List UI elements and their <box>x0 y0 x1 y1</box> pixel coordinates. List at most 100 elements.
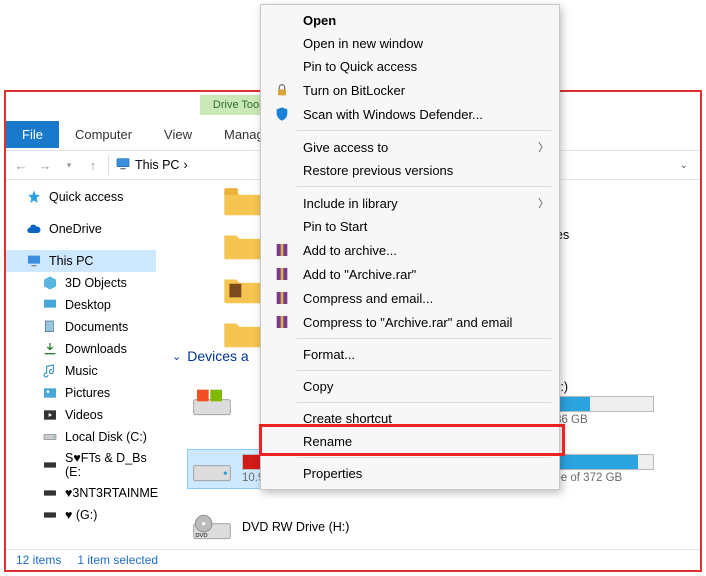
menu-pin-quick-access[interactable]: Pin to Quick access <box>261 55 559 78</box>
cube-icon <box>42 275 58 291</box>
sidebar-item-pictures[interactable]: Pictures <box>6 382 156 404</box>
menu-rename[interactable]: Rename <box>261 430 559 453</box>
sidebar-item-label: Desktop <box>65 298 111 312</box>
sidebar-item-label: Pictures <box>65 386 110 400</box>
drive-icon <box>42 457 58 473</box>
address-dropdown-button[interactable]: ⌄ <box>680 160 688 171</box>
sidebar-item-drive-g[interactable]: ♥ (G:) <box>6 504 156 526</box>
sidebar-item-desktop[interactable]: Desktop <box>6 294 156 316</box>
archive-icon <box>271 266 293 282</box>
this-pc-icon <box>115 156 131 175</box>
menu-defender[interactable]: Scan with Windows Defender... <box>261 102 559 126</box>
sidebar-item-label: ♥3NT3RTAINME <box>65 486 158 500</box>
nav-forward-button[interactable]: → <box>36 156 54 174</box>
drive-label: DVD RW Drive (H:) <box>242 520 349 534</box>
folders-group <box>222 183 264 349</box>
sidebar-item-label: Videos <box>65 408 103 422</box>
folder-icon[interactable] <box>222 271 264 305</box>
pc-icon <box>26 253 42 269</box>
chevron-down-icon: ⌄ <box>172 350 181 363</box>
breadcrumb-sep: › <box>183 158 187 172</box>
sidebar-item-music[interactable]: Music <box>6 360 156 382</box>
menu-compress-email[interactable]: Compress and email... <box>261 286 559 310</box>
menu-create-shortcut[interactable]: Create shortcut <box>261 407 559 430</box>
sidebar-item-3d-objects[interactable]: 3D Objects <box>6 272 156 294</box>
drive-icon <box>192 388 232 418</box>
music-icon <box>42 363 58 379</box>
sidebar-item-label: Documents <box>65 320 128 334</box>
sidebar-item-label: ♥ (G:) <box>65 508 97 522</box>
sidebar-item-downloads[interactable]: Downloads <box>6 338 156 360</box>
drive-icon <box>192 454 232 484</box>
ribbon-tabs: File Computer View Manage <box>6 118 287 150</box>
section-label: Devices a <box>187 348 248 364</box>
menu-compress-rar-email[interactable]: Compress to "Archive.rar" and email <box>261 310 559 334</box>
folder-icon[interactable] <box>222 315 264 349</box>
archive-icon <box>271 242 293 258</box>
drive-dvd[interactable]: DVD DVD RW Drive (H:) <box>192 512 452 542</box>
menu-format[interactable]: Format... <box>261 343 559 366</box>
sidebar-item-drive-entertainment[interactable]: ♥3NT3RTAINME <box>6 482 156 504</box>
sidebar-item-documents[interactable]: Documents <box>6 316 156 338</box>
pictures-icon <box>42 385 58 401</box>
status-selected: 1 item selected <box>77 553 158 567</box>
menu-open-new-window[interactable]: Open in new window <box>261 32 559 55</box>
sidebar-item-label: Downloads <box>65 342 127 356</box>
context-menu: Open Open in new window Pin to Quick acc… <box>260 4 560 490</box>
menu-copy[interactable]: Copy <box>261 375 559 398</box>
menu-include-library[interactable]: Include in library〉 <box>261 191 559 215</box>
menu-bitlocker[interactable]: Turn on BitLocker <box>261 78 559 102</box>
chevron-right-icon: 〉 <box>538 139 549 155</box>
sidebar-item-local-disk-c[interactable]: Local Disk (C:) <box>6 426 156 448</box>
folder-icon[interactable] <box>222 183 264 217</box>
computer-tab[interactable]: Computer <box>59 121 148 148</box>
view-tab[interactable]: View <box>148 121 208 148</box>
sidebar-item-label: OneDrive <box>49 222 102 236</box>
svg-text:DVD: DVD <box>195 533 207 539</box>
file-tab[interactable]: File <box>6 121 59 148</box>
status-bar: 12 items 1 item selected <box>6 549 700 570</box>
star-icon <box>26 189 42 205</box>
sidebar-item-videos[interactable]: Videos <box>6 404 156 426</box>
section-devices[interactable]: ⌄ Devices a <box>172 348 249 364</box>
menu-add-archive-rar[interactable]: Add to "Archive.rar" <box>261 262 559 286</box>
sidebar-item-drive-e[interactable]: S♥FTs & D_Bs (E: <box>6 448 156 482</box>
sidebar-item-label: This PC <box>49 254 93 268</box>
folder-icon[interactable] <box>222 227 264 261</box>
menu-properties[interactable]: Properties <box>261 462 559 485</box>
documents-icon <box>42 319 58 335</box>
sidebar-item-label: S♥FTs & D_Bs (E: <box>65 451 150 479</box>
menu-restore-versions[interactable]: Restore previous versions <box>261 159 559 182</box>
drive-icon <box>42 429 58 445</box>
nav-up-button[interactable]: ↑ <box>84 156 102 174</box>
chevron-right-icon: 〉 <box>538 195 549 211</box>
drive-icon <box>42 507 58 523</box>
sidebar-item-label: Music <box>65 364 98 378</box>
menu-pin-start[interactable]: Pin to Start <box>261 215 559 238</box>
sidebar-item-quick-access[interactable]: Quick access <box>6 186 156 208</box>
menu-add-archive[interactable]: Add to archive... <box>261 238 559 262</box>
sidebar-item-label: Quick access <box>49 190 123 204</box>
archive-icon <box>271 314 293 330</box>
desktop-icon <box>42 297 58 313</box>
sidebar-item-label: 3D Objects <box>65 276 127 290</box>
menu-give-access[interactable]: Give access to〉 <box>261 135 559 159</box>
drive-icon <box>42 485 58 501</box>
sidebar-item-label: Local Disk (C:) <box>65 430 147 444</box>
download-icon <box>42 341 58 357</box>
cloud-icon <box>26 221 42 237</box>
menu-open[interactable]: Open <box>261 9 559 32</box>
nav-recent-button[interactable]: ▾ <box>60 156 78 174</box>
status-items: 12 items <box>16 553 61 567</box>
sidebar-item-onedrive[interactable]: OneDrive <box>6 218 156 240</box>
breadcrumb-label: This PC <box>135 158 179 172</box>
dvd-icon: DVD <box>192 512 232 542</box>
videos-icon <box>42 407 58 423</box>
navigation-pane: Quick access OneDrive This PC 3D Objects… <box>6 180 156 550</box>
archive-icon <box>271 290 293 306</box>
shield-icon <box>271 106 293 122</box>
nav-back-button[interactable]: ← <box>12 156 30 174</box>
lock-icon <box>271 82 293 98</box>
sidebar-item-this-pc[interactable]: This PC <box>6 250 156 272</box>
breadcrumb[interactable]: This PC › <box>115 156 188 175</box>
